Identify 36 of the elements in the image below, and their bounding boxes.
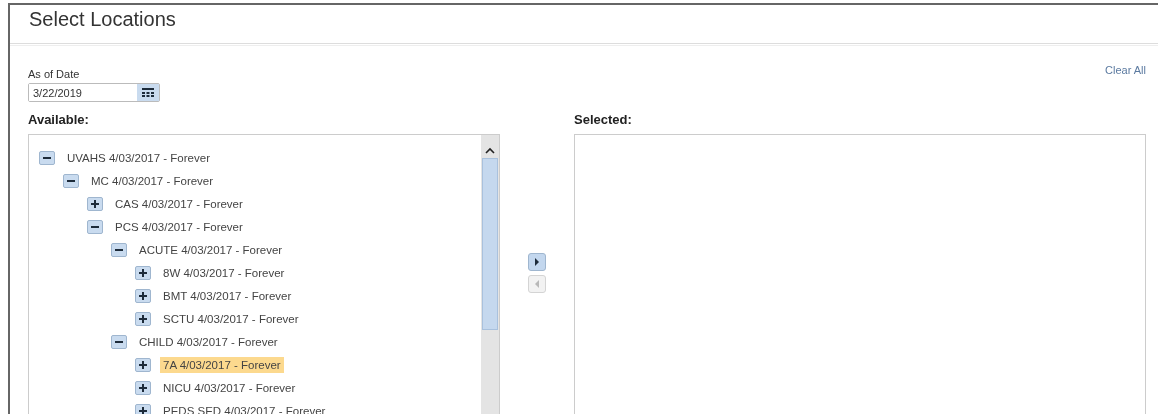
expand-icon[interactable] <box>135 403 151 414</box>
tree-item[interactable]: ACUTE 4/03/2017 - Forever <box>136 241 286 258</box>
tree-item[interactable]: SCTU 4/03/2017 - Forever <box>160 310 302 327</box>
section-label: Selected: <box>574 112 633 129</box>
tree-item[interactable]: 7A 4/03/2017 - Forever <box>160 356 284 373</box>
tree-item[interactable]: PCS 4/03/2017 - Forever <box>112 218 246 235</box>
clear-all-link[interactable]: Clear All <box>1105 64 1146 102</box>
collapse-icon[interactable] <box>63 173 79 188</box>
field-label: As of Date <box>28 68 81 80</box>
back-arrow-icon <box>534 280 540 288</box>
expand-icon[interactable] <box>135 311 151 326</box>
expand-icon[interactable] <box>135 357 151 372</box>
section-label: Available: <box>28 112 90 129</box>
tree-item[interactable]: UVAHS 4/03/2017 - Forever <box>64 149 213 166</box>
collapse-icon[interactable] <box>39 150 55 165</box>
date-field[interactable]: 3/22/2019 <box>28 83 160 102</box>
move-right-button[interactable] <box>528 253 546 271</box>
collapse-icon[interactable] <box>111 242 127 257</box>
tree-item[interactable]: BMT 4/03/2017 - Forever <box>160 287 295 304</box>
expand-icon[interactable] <box>87 196 103 211</box>
expand-icon[interactable] <box>135 380 151 395</box>
tree-item[interactable]: NICU 4/03/2017 - Forever <box>160 379 299 396</box>
calendar-icon[interactable] <box>137 84 159 101</box>
expand-icon[interactable] <box>135 288 151 303</box>
tree-item[interactable]: CAS 4/03/2017 - Forever <box>112 195 246 212</box>
scroll-up-icon[interactable] <box>485 147 495 154</box>
play-icon <box>534 258 540 266</box>
collapse-icon[interactable] <box>111 334 127 349</box>
tree-item[interactable]: PEDS SED 4/03/2017 - Forever <box>160 402 329 414</box>
scrollbar[interactable] <box>481 135 499 414</box>
tree-item[interactable]: CHILD 4/03/2017 - Forever <box>136 333 281 350</box>
tree-item[interactable]: MC 4/03/2017 - Forever <box>88 172 217 189</box>
dialog-title: Select Locations <box>29 7 177 32</box>
expand-icon[interactable] <box>135 265 151 280</box>
tree-item[interactable]: 8W 4/03/2017 - Forever <box>160 264 288 281</box>
collapse-icon[interactable] <box>87 219 103 234</box>
